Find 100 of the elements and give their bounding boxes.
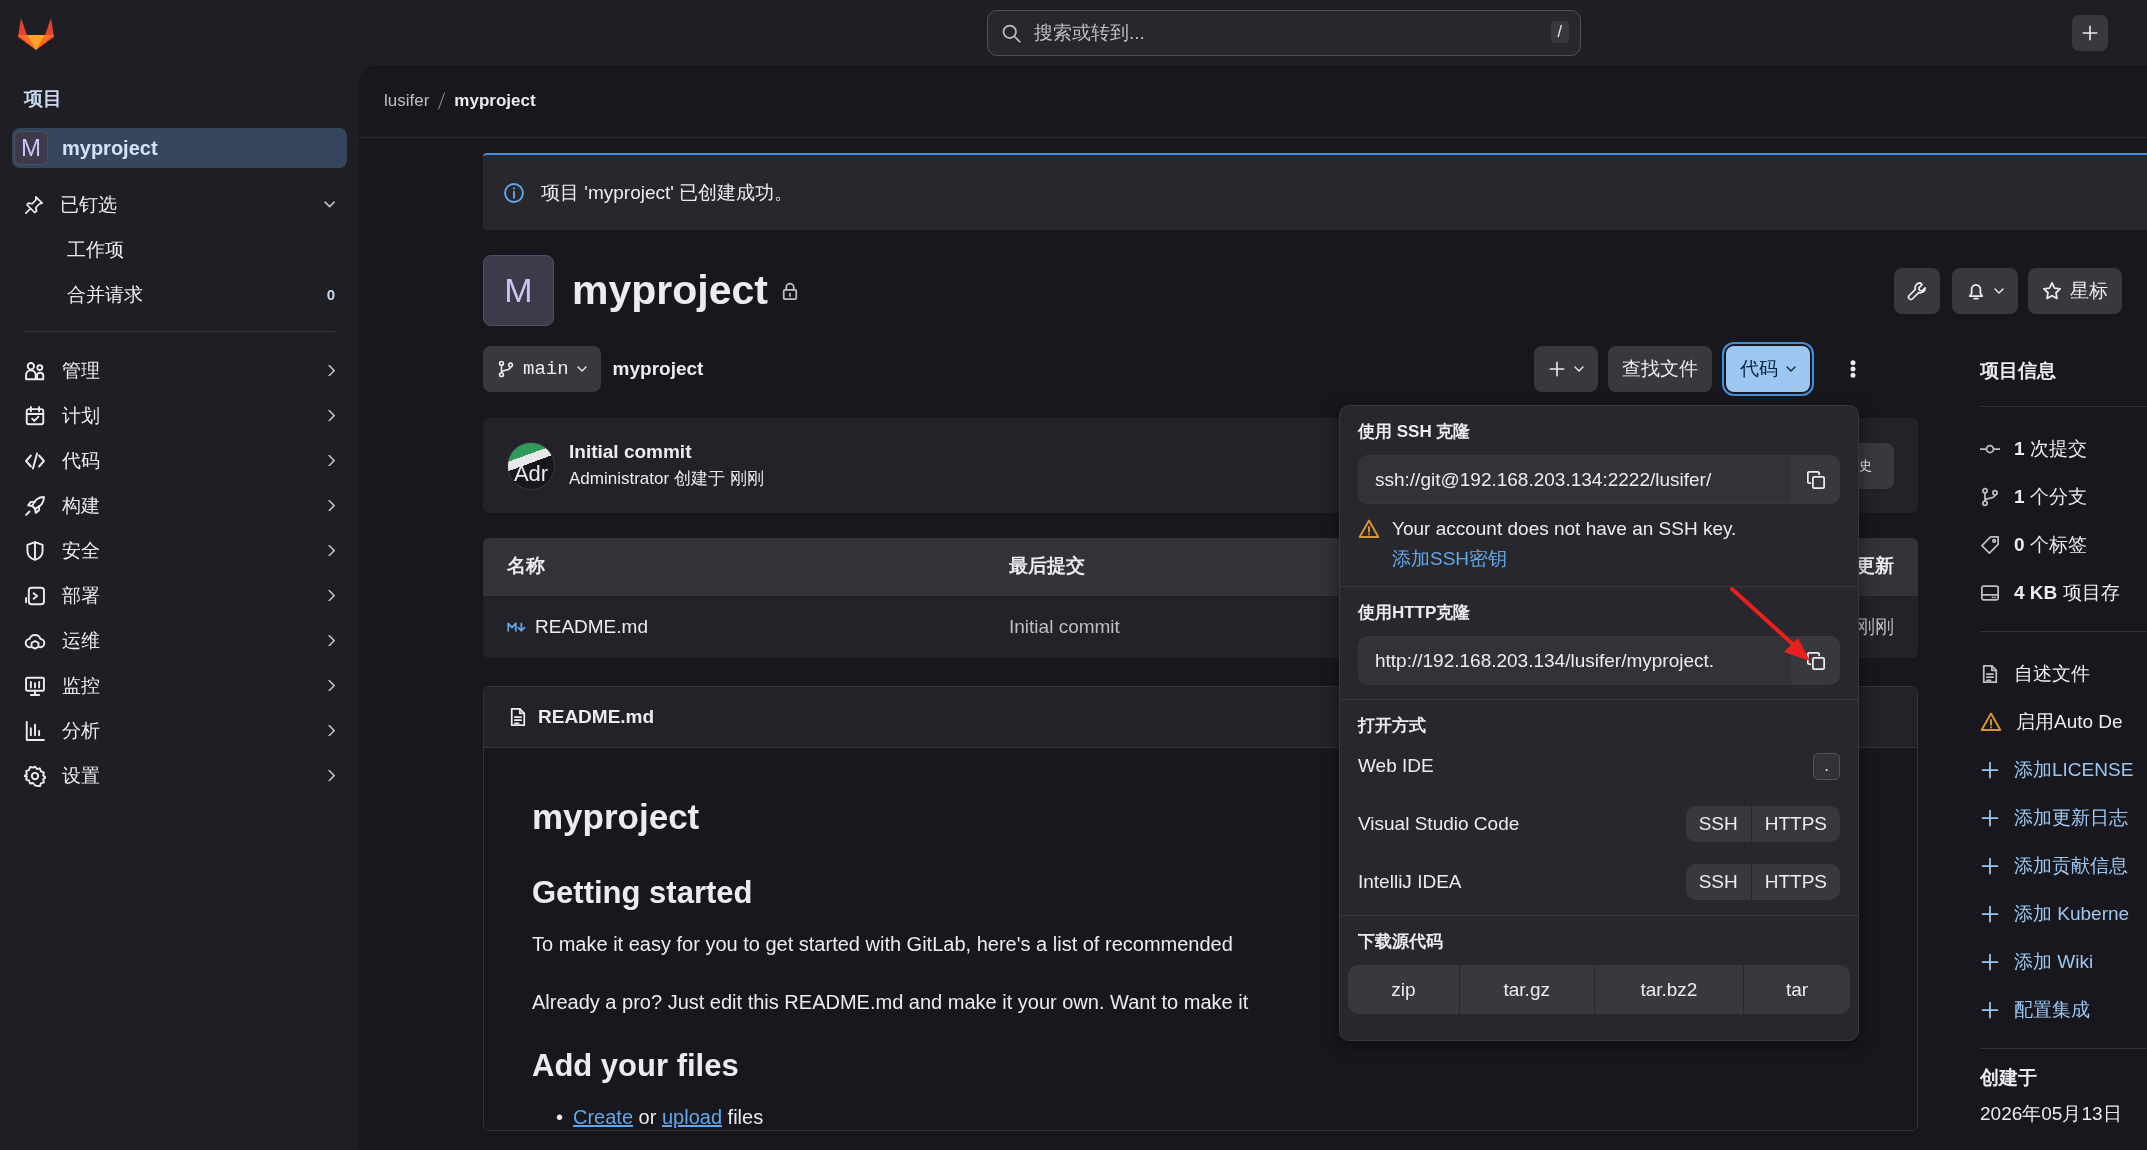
file-link[interactable]: README.md [535,615,648,638]
pin-icon [24,194,44,215]
warning-icon [1980,711,2002,733]
readme-subheading: Add your files [532,1047,739,1085]
project-title: myproject [572,267,768,314]
download-button[interactable]: zip [1348,965,1459,1014]
chevron-icon [328,724,335,737]
star-button[interactable]: 星标 [2028,267,2122,314]
settings-icon [24,764,46,787]
readme-paragraph: To make it easy for you to get started with GitLab, here's a list of recommended [532,932,1233,958]
readme-heading: myproject [532,796,700,838]
sidebar-item[interactable]: 监控 [12,663,347,708]
project-info-link[interactable]: 自述文件 [1980,650,2090,698]
http-url-field[interactable]: http://192.168.203.134/lusifer/myproject. [1358,636,1792,685]
copy-url-button[interactable] [1792,455,1840,504]
sidebar-item[interactable]: 运维 [12,618,347,663]
chevron-icon [328,454,335,467]
commit-author[interactable]: Administrator [569,469,670,488]
sidebar-item[interactable]: 分析 [12,708,347,753]
section-heading: 使用HTTP克隆 [1358,602,1472,624]
project-info-link[interactable]: 添加贡献信息 [1980,842,2128,890]
sidebar-item[interactable]: 合并请求 0 [12,272,347,317]
branch-dropdown[interactable]: main [483,346,601,392]
chart-icon [24,719,46,742]
sidebar-item[interactable]: 部署 [12,573,347,618]
chevron-icon [1994,287,2004,294]
project-nav-item[interactable]: M myproject [12,128,347,168]
section-heading: 项目 [22,87,63,111]
add-ssh-key-link[interactable]: 添加SSH密钥 [1392,546,1508,572]
sidebar-item[interactable]: 代码 [12,438,347,483]
sidebar-item[interactable]: 构建 [12,483,347,528]
notification-button[interactable] [1952,267,2018,314]
project-avatar: M [483,255,554,326]
chevron-icon [328,769,335,782]
project-stat[interactable]: 1 个分支 [2014,484,2087,510]
open-in-ide-button[interactable]: HTTPS [1750,864,1840,900]
breadcrumb-link[interactable]: lusifer [384,91,430,111]
column-header: 名称 [483,538,985,595]
readme-list-item: Create or upload files [573,1105,764,1131]
project-info-link[interactable]: 添加更新日志 [1980,794,2128,842]
project-stat[interactable]: 1 次提交 [2014,436,2087,462]
chevron-icon [328,634,335,647]
created-date: 2026年05月13日 [1980,1103,2122,1124]
download-button[interactable]: tar.bz2 [1593,965,1744,1014]
search-icon [1001,22,1021,43]
star-icon [2042,280,2062,301]
add-dropdown[interactable] [1534,346,1598,392]
readme-paragraph: Already a pro? Just edit this README.md and make it your own. Want to make it [532,990,1249,1016]
created-label: 创建于 [1980,1066,2038,1090]
pinned-section-toggle[interactable]: 已钉选 [12,182,347,227]
commit-title[interactable]: Initial commit [569,441,764,463]
readme-link[interactable]: upload [661,1106,723,1129]
chevron-icon [328,589,335,602]
web-ide-shortcut[interactable]: . [1813,752,1840,780]
download-button[interactable]: tar [1743,965,1850,1014]
plus-icon [1980,808,2000,828]
sidebar-item[interactable]: 设置 [12,753,347,798]
project-info-link[interactable]: 添加 Wiki [1980,938,2094,986]
plus-icon [1980,952,2000,972]
copy-url-button[interactable] [1792,636,1840,685]
breadcrumb-link[interactable]: myproject [454,91,536,111]
rocket-icon [24,494,46,517]
settings-button[interactable] [1894,267,1940,314]
open-in-ide-button[interactable]: SSH [1685,806,1751,842]
open-in-ide-button[interactable]: HTTPS [1750,806,1840,842]
plus-icon [1980,904,2000,924]
open-in-ide-button[interactable]: SSH [1685,864,1751,900]
storage-icon [1980,583,2000,603]
project-stat[interactable]: 0 个标签 [2014,532,2087,558]
project-info-link[interactable]: 添加 Kuberne [1980,890,2130,938]
monitor-icon [24,674,46,697]
repository-path: myproject [612,358,704,380]
project-info-link[interactable]: 启用Auto De [1980,698,2123,746]
warning-message: Your account does not have an SSH key. [1392,518,1737,540]
ide-name: Visual Studio Code [1358,813,1520,835]
ide-name: IntelliJ IDEA [1358,871,1462,893]
file-icon [508,707,528,727]
project-stat[interactable]: 4 KB 项目存 [2014,580,2120,606]
sidebar-item[interactable]: 管理 [12,348,347,393]
create-new-button[interactable] [2072,14,2108,51]
tag-icon [1980,535,2000,555]
chevron-icon [576,366,587,372]
users-icon [24,359,46,382]
find-file-button[interactable]: 查找文件 [1608,346,1712,392]
project-info-link[interactable]: 添加LICENSE [1980,746,2134,794]
readme-filename: README.md [538,706,655,728]
info-icon [503,181,525,204]
wrench-icon [1907,280,1927,301]
sidebar-item[interactable]: 工作项 [12,227,347,272]
download-button[interactable]: tar.gz [1458,965,1594,1014]
project-avatar: M [14,131,48,165]
section-heading: 下载源代码 [1358,931,1444,953]
ssh-url-field[interactable]: ssh://git@192.168.203.134:2222/lusifer/ [1358,455,1792,504]
branch-icon [497,360,515,378]
commit-message-link[interactable]: Initial commit [1009,615,1120,637]
project-info-link[interactable]: 配置集成 [1980,986,2090,1034]
sidebar-item[interactable]: 计划 [12,393,347,438]
readme-link[interactable]: Create [573,1106,634,1129]
sidebar-item[interactable]: 安全 [12,528,347,573]
list-bullet: • [556,1105,563,1131]
